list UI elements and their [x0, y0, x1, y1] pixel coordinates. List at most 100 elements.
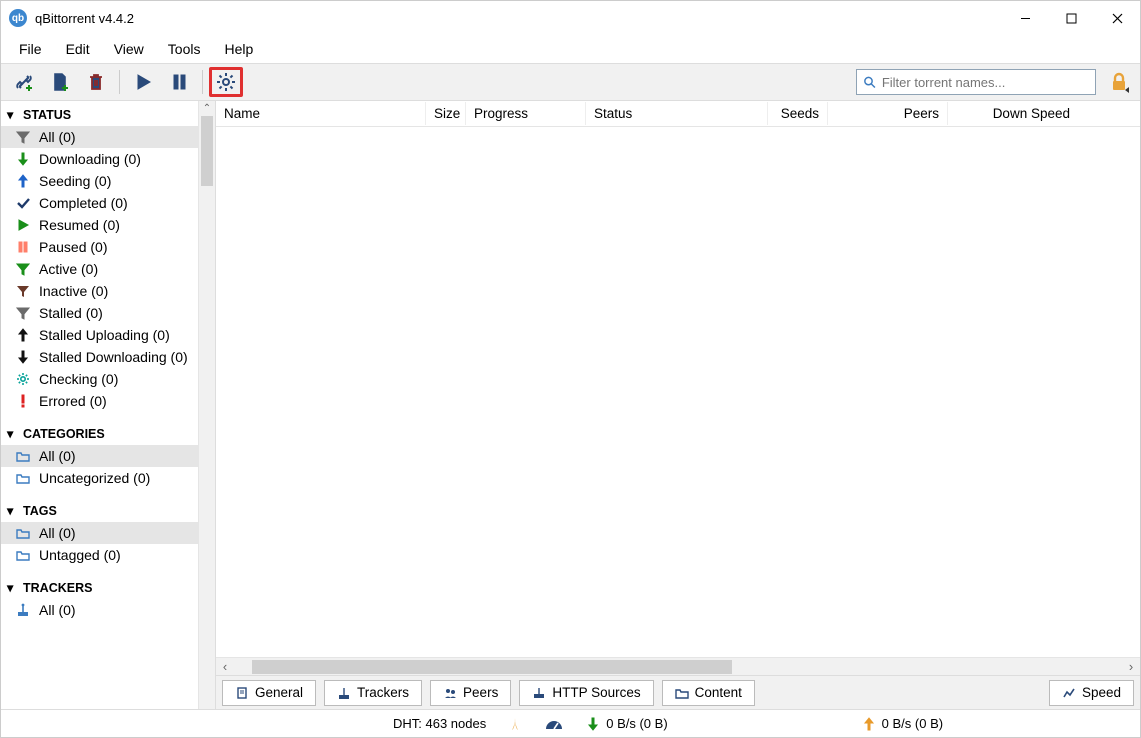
tab-peers[interactable]: Peers [430, 680, 511, 706]
tag-untagged[interactable]: Untagged (0) [1, 544, 198, 566]
scrollbar-thumb[interactable] [252, 660, 732, 674]
status-label: Completed (0) [39, 195, 128, 211]
window-close-button[interactable] [1094, 1, 1140, 35]
status-paused[interactable]: Paused (0) [1, 236, 198, 258]
section-status-header[interactable]: ▾ STATUS [1, 101, 198, 126]
download-speed[interactable]: 0 B/s (0 B) [586, 716, 667, 731]
category-uncategorized[interactable]: Uncategorized (0) [1, 467, 198, 489]
status-label: Inactive (0) [39, 283, 108, 299]
menu-help[interactable]: Help [212, 37, 265, 61]
category-label: Uncategorized (0) [39, 470, 150, 486]
tab-label: Peers [463, 685, 498, 700]
lock-icon[interactable] [1108, 71, 1130, 93]
filter-input[interactable] [882, 75, 1089, 90]
sidebar-scrollbar[interactable]: ⌃ [198, 101, 215, 709]
col-seeds[interactable]: Seeds [768, 102, 828, 125]
torrent-table-body [216, 127, 1140, 657]
col-progress[interactable]: Progress [466, 102, 586, 125]
resume-button[interactable] [126, 67, 160, 97]
status-seeding[interactable]: Seeding (0) [1, 170, 198, 192]
scroll-left-icon[interactable]: ‹ [216, 659, 234, 674]
menu-view[interactable]: View [102, 37, 156, 61]
tab-trackers[interactable]: Trackers [324, 680, 422, 706]
status-label: Errored (0) [39, 393, 107, 409]
status-active[interactable]: Active (0) [1, 258, 198, 280]
menu-file[interactable]: File [7, 37, 54, 61]
server-icon [532, 686, 546, 700]
status-label: Seeding (0) [39, 173, 111, 189]
status-checking[interactable]: Checking (0) [1, 368, 198, 390]
section-categories-header[interactable]: ▾ CATEGORIES [1, 420, 198, 445]
menu-tools[interactable]: Tools [156, 37, 213, 61]
col-name[interactable]: Name [216, 102, 426, 125]
chevron-down-icon: ▾ [7, 107, 17, 122]
tab-label: Content [695, 685, 742, 700]
speedometer-icon[interactable] [544, 717, 564, 731]
status-label: Paused (0) [39, 239, 107, 255]
status-resumed[interactable]: Resumed (0) [1, 214, 198, 236]
menu-edit[interactable]: Edit [54, 37, 102, 61]
pause-button[interactable] [162, 67, 196, 97]
scroll-right-icon[interactable]: › [1122, 659, 1140, 674]
upload-speed-value: 0 B/s (0 B) [882, 716, 943, 731]
funnel-icon [15, 305, 31, 321]
add-link-button[interactable] [7, 67, 41, 97]
tab-label: HTTP Sources [552, 685, 640, 700]
up-arrow-icon [15, 173, 31, 189]
tag-all[interactable]: All (0) [1, 522, 198, 544]
status-completed[interactable]: Completed (0) [1, 192, 198, 214]
status-all[interactable]: All (0) [1, 126, 198, 148]
filter-searchbox[interactable] [856, 69, 1096, 95]
delete-button[interactable] [79, 67, 113, 97]
section-tags-header[interactable]: ▾ TAGS [1, 497, 198, 522]
status-label: Downloading (0) [39, 151, 141, 167]
status-downloading[interactable]: Downloading (0) [1, 148, 198, 170]
menubar: File Edit View Tools Help [1, 35, 1140, 63]
tab-speed[interactable]: Speed [1049, 680, 1134, 706]
tracker-icon [337, 686, 351, 700]
status-label: Stalled Uploading (0) [39, 327, 170, 343]
gear-icon [15, 371, 31, 387]
tracker-all[interactable]: All (0) [1, 599, 198, 621]
settings-button[interactable] [209, 67, 243, 97]
status-inactive[interactable]: Inactive (0) [1, 280, 198, 302]
tab-general[interactable]: General [222, 680, 316, 706]
tab-label: General [255, 685, 303, 700]
window-maximize-button[interactable] [1048, 1, 1094, 35]
upload-speed[interactable]: 0 B/s (0 B) [862, 716, 943, 731]
document-icon [235, 686, 249, 700]
status-stalled-downloading[interactable]: Stalled Downloading (0) [1, 346, 198, 368]
add-file-button[interactable] [43, 67, 77, 97]
status-stalled-uploading[interactable]: Stalled Uploading (0) [1, 324, 198, 346]
tag-label: Untagged (0) [39, 547, 121, 563]
down-arrow-icon [15, 349, 31, 365]
sidebar: ▾ STATUS All (0) Downloading (0) Seeding… [1, 101, 198, 709]
status-errored[interactable]: Errored (0) [1, 390, 198, 412]
tab-label: Trackers [357, 685, 409, 700]
tab-http-sources[interactable]: HTTP Sources [519, 680, 653, 706]
window-minimize-button[interactable] [1002, 1, 1048, 35]
col-peers[interactable]: Peers [828, 102, 948, 125]
status-stalled[interactable]: Stalled (0) [1, 302, 198, 324]
col-status[interactable]: Status [586, 102, 768, 125]
section-label: TRACKERS [23, 581, 92, 595]
category-all[interactable]: All (0) [1, 445, 198, 467]
play-icon [15, 217, 31, 233]
dht-status: DHT: 463 nodes [393, 716, 486, 731]
window-title: qBittorrent v4.4.2 [35, 11, 134, 26]
section-trackers-header[interactable]: ▾ TRACKERS [1, 574, 198, 599]
peers-icon [443, 686, 457, 700]
funnel-icon [15, 283, 31, 299]
error-icon [15, 393, 31, 409]
app-icon: qb [9, 9, 27, 27]
col-down-speed[interactable]: Down Speed [948, 102, 1078, 125]
status-label: Checking (0) [39, 371, 118, 387]
tracker-icon [15, 602, 31, 618]
chart-icon [1062, 686, 1076, 700]
horizontal-scrollbar[interactable]: ‹ › [216, 657, 1140, 675]
status-label: Stalled Downloading (0) [39, 349, 188, 365]
col-size[interactable]: Size [426, 102, 466, 125]
status-label: Resumed (0) [39, 217, 120, 233]
tag-label: All (0) [39, 525, 76, 541]
tab-content[interactable]: Content [662, 680, 755, 706]
